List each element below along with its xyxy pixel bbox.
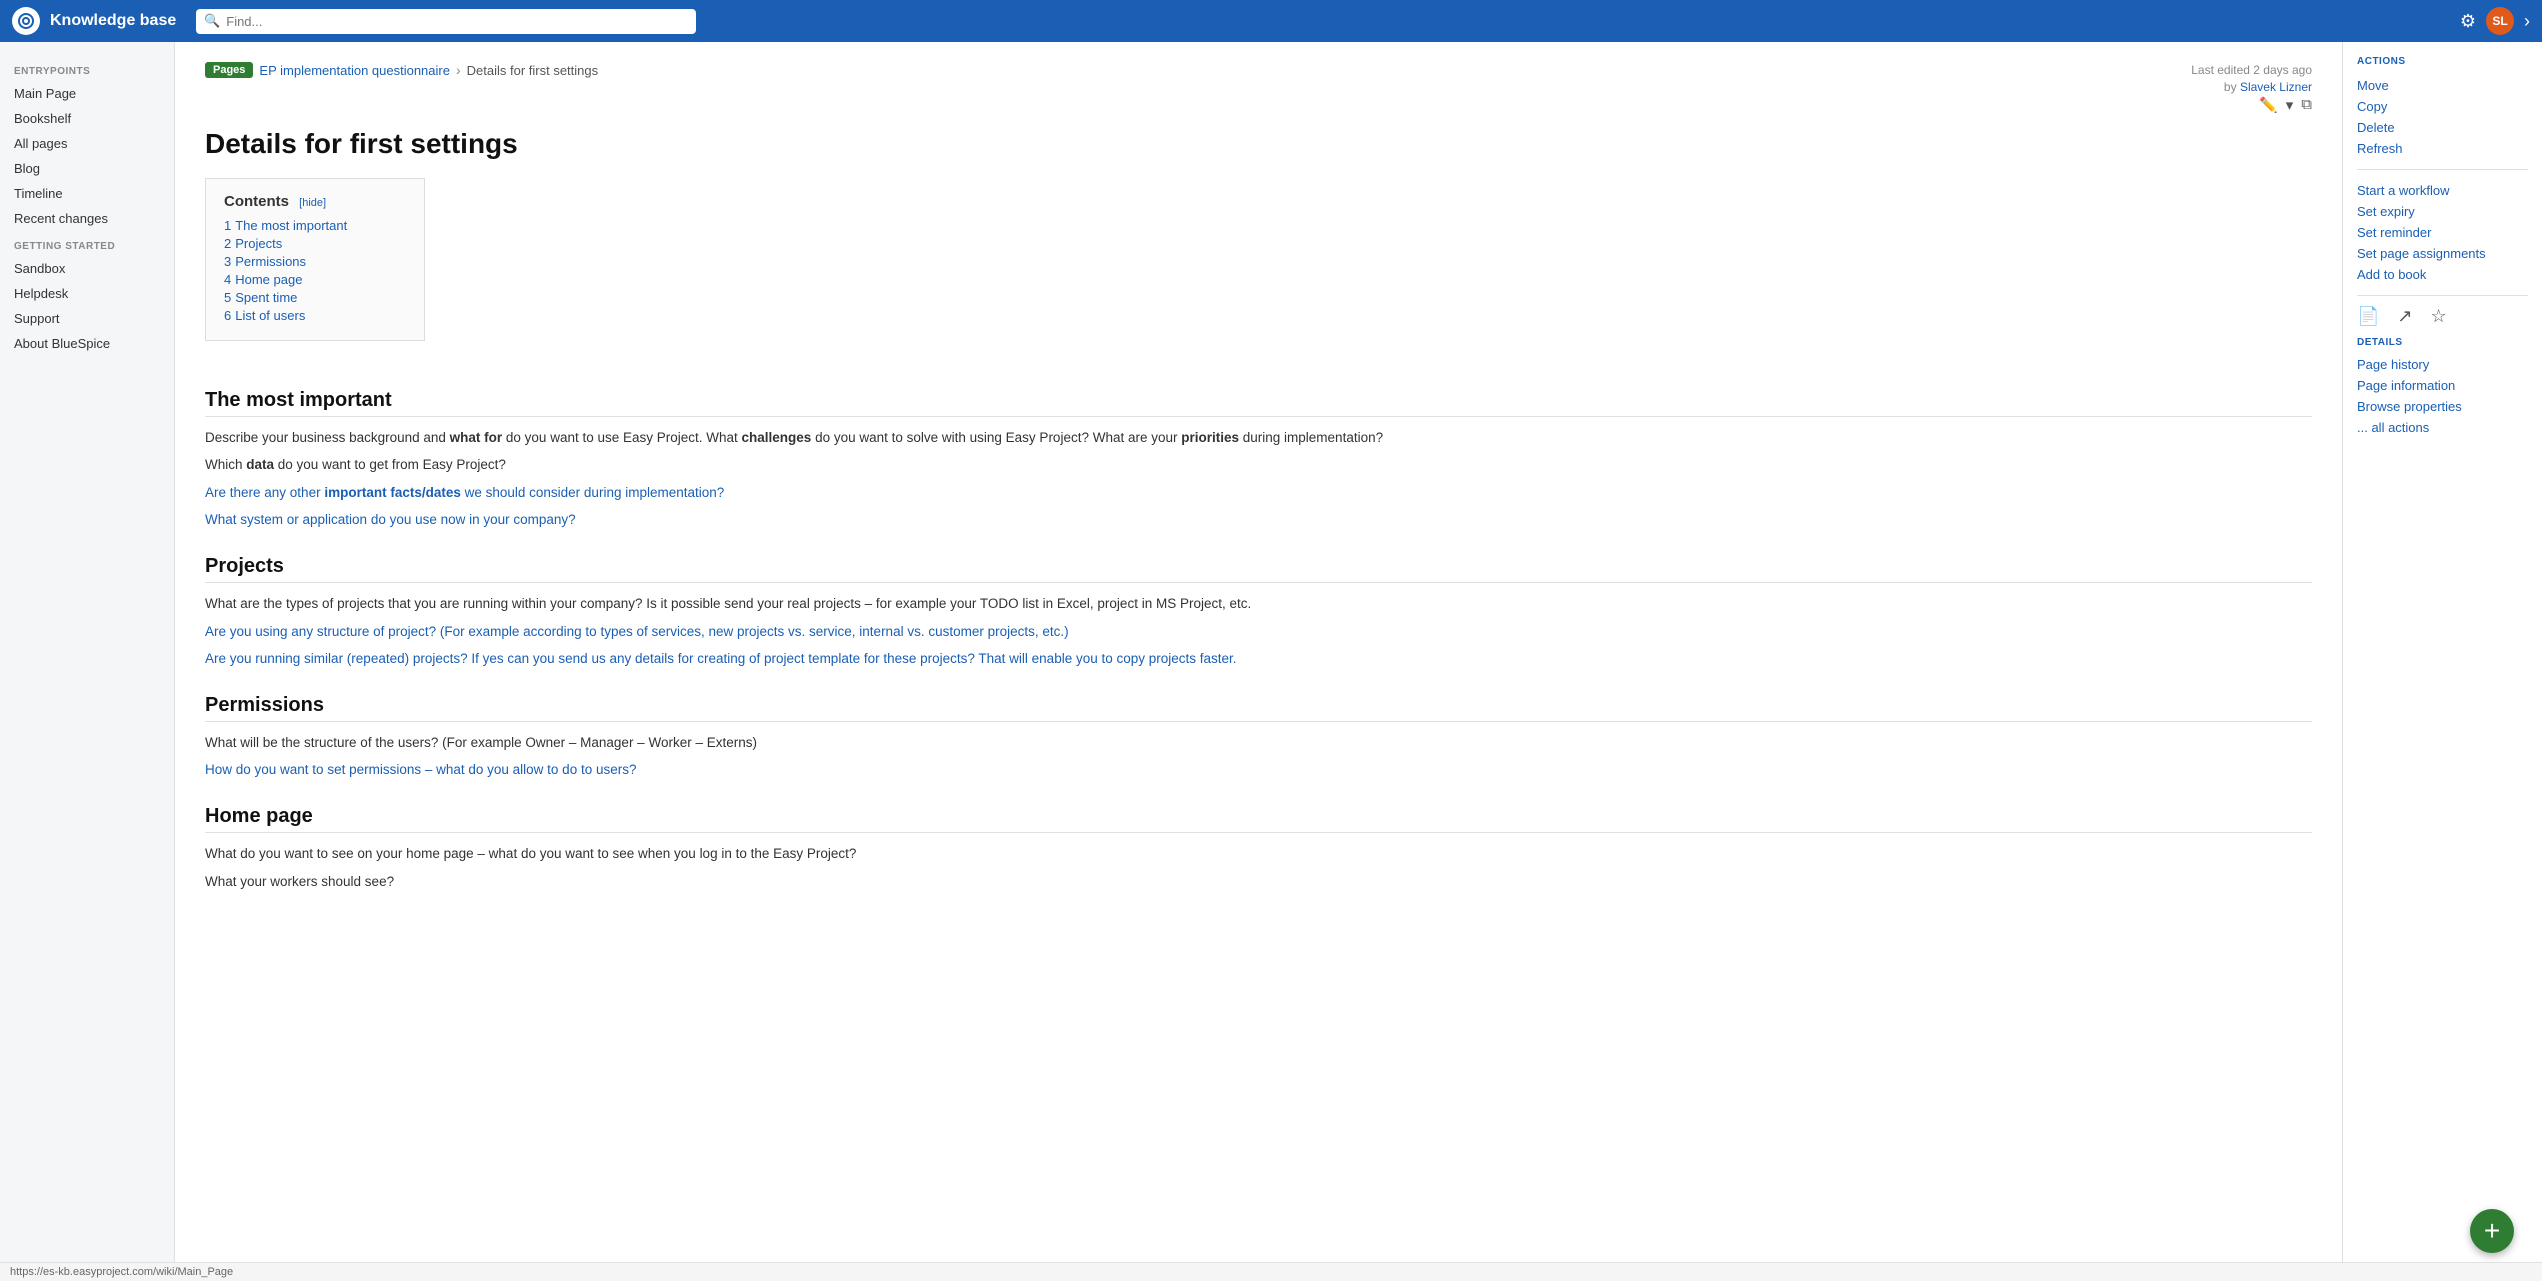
toc-link-2[interactable]: Projects [235, 236, 282, 251]
page-toolbar: ✏️ ▾ ⧉ [2191, 96, 2312, 114]
action-move[interactable]: Move [2357, 75, 2528, 96]
breadcrumb-parent[interactable]: EP implementation questionnaire [259, 63, 450, 78]
pages-badge[interactable]: Pages [205, 62, 253, 78]
list-item: 1The most important [224, 218, 406, 233]
sidebar-item-about[interactable]: About BlueSpice [0, 331, 174, 356]
breadcrumb: Pages EP implementation questionnaire › … [205, 62, 598, 78]
page-title: Details for first settings [205, 128, 2312, 160]
list-item: 3Permissions [224, 254, 406, 269]
entrypoints-label: ENTRYPOINTS [0, 56, 174, 81]
last-edited-text: Last edited 2 days ago by Slavek Lizner [2191, 62, 2312, 96]
actions-label: ACTIONS [2357, 56, 2528, 67]
page-layout: ENTRYPOINTS Main Page Bookshelf All page… [0, 42, 2542, 1281]
getting-started-label: GETTING STARTED [0, 231, 174, 256]
sidebar: ENTRYPOINTS Main Page Bookshelf All page… [0, 42, 175, 1281]
sidebar-item-sandbox[interactable]: Sandbox [0, 256, 174, 281]
sidebar-item-bookshelf[interactable]: Bookshelf [0, 106, 174, 131]
toc-link-3[interactable]: Permissions [235, 254, 306, 269]
document-icon[interactable]: 📄 [2357, 306, 2379, 327]
hide-contents-button[interactable]: [hide] [299, 197, 326, 209]
share-icon[interactable]: ↗ [2397, 306, 2412, 327]
action-copy[interactable]: Copy [2357, 96, 2528, 117]
para-2-1: What are the types of projects that you … [205, 593, 2312, 615]
status-url: https://es-kb.easyproject.com/wiki/Main_… [10, 1266, 233, 1278]
contents-box: Contents [hide] 1The most important 2Pro… [205, 178, 425, 341]
para-1-4: What system or application do you use no… [205, 509, 2312, 531]
toc-link-4[interactable]: Home page [235, 272, 302, 287]
dropdown-icon[interactable]: ▾ [2286, 96, 2294, 114]
divider-1 [2357, 169, 2528, 170]
search-bar[interactable]: 🔍 [196, 9, 696, 34]
sidebar-item-helpdesk[interactable]: Helpdesk [0, 281, 174, 306]
action-add-to-book[interactable]: Add to book [2357, 264, 2528, 285]
sidebar-item-main-page[interactable]: Main Page [0, 81, 174, 106]
para-1-2: Which data do you want to get from Easy … [205, 454, 2312, 476]
toc-link-1[interactable]: The most important [235, 218, 347, 233]
nav-right-icons: ⚙ SL › [2460, 7, 2530, 35]
para-4-1: What do you want to see on your home pag… [205, 843, 2312, 865]
breadcrumb-sep: › [456, 62, 461, 78]
list-item: 6List of users [224, 308, 406, 323]
logo-icon [12, 7, 40, 35]
sidebar-item-timeline[interactable]: Timeline [0, 181, 174, 206]
para-3-1: What will be the structure of the users?… [205, 732, 2312, 754]
detail-page-history[interactable]: Page history [2357, 354, 2528, 375]
action-set-page-assignments[interactable]: Set page assignments [2357, 243, 2528, 264]
star-icon[interactable]: ☆ [2431, 306, 2447, 327]
fab-button[interactable]: + [2470, 1209, 2514, 1253]
link-internal[interactable]: internal vs. customer projects [859, 624, 1035, 639]
para-1-3: Are there any other important facts/date… [205, 482, 2312, 504]
search-input[interactable] [196, 9, 696, 34]
para-3-2: How do you want to set permissions – wha… [205, 759, 2312, 781]
edit-icon[interactable]: ✏️ [2259, 96, 2278, 114]
copy-layout-icon[interactable]: ⧉ [2301, 96, 2312, 113]
para-2-3: Are you running similar (repeated) proje… [205, 648, 2312, 670]
sidebar-item-support[interactable]: Support [0, 306, 174, 331]
avatar[interactable]: SL [2486, 7, 2514, 35]
list-item: 5Spent time [224, 290, 406, 305]
action-set-expiry[interactable]: Set expiry [2357, 201, 2528, 222]
author-link[interactable]: Slavek Lizner [2240, 80, 2312, 94]
divider-2 [2357, 295, 2528, 296]
action-delete[interactable]: Delete [2357, 117, 2528, 138]
page-icon-row: 📄 ↗ ☆ [2357, 306, 2528, 327]
sidebar-item-recent-changes[interactable]: Recent changes [0, 206, 174, 231]
action-refresh[interactable]: Refresh [2357, 138, 2528, 159]
para-1-1: Describe your business background and wh… [205, 427, 2312, 449]
contents-title: Contents [hide] [224, 193, 406, 210]
right-panel: ACTIONS Move Copy Delete Refresh Start a… [2342, 42, 2542, 1281]
app-title: Knowledge base [50, 12, 176, 30]
para-4-2: What your workers should see? [205, 871, 2312, 893]
detail-browse-properties[interactable]: Browse properties [2357, 396, 2528, 417]
toc-link-6[interactable]: List of users [235, 308, 305, 323]
section-title-4: Home page [205, 805, 2312, 833]
sidebar-item-blog[interactable]: Blog [0, 156, 174, 181]
detail-page-information[interactable]: Page information [2357, 375, 2528, 396]
details-label: DETAILS [2357, 337, 2528, 348]
toc-link-5[interactable]: Spent time [235, 290, 297, 305]
para-2-2: Are you using any structure of project? … [205, 621, 2312, 643]
list-item: 4Home page [224, 272, 406, 287]
settings-button[interactable]: ⚙ [2460, 11, 2476, 32]
section-title-2: Projects [205, 555, 2312, 583]
top-navigation: Knowledge base 🔍 ⚙ SL › [0, 0, 2542, 42]
contents-list: 1The most important 2Projects 3Permissio… [224, 218, 406, 323]
list-item: 2Projects [224, 236, 406, 251]
page-meta: Last edited 2 days ago by Slavek Lizner … [2191, 62, 2312, 128]
action-start-workflow[interactable]: Start a workflow [2357, 180, 2528, 201]
app-logo-area[interactable]: Knowledge base [12, 7, 176, 35]
action-set-reminder[interactable]: Set reminder [2357, 222, 2528, 243]
section-title-3: Permissions [205, 694, 2312, 722]
nav-expand-icon[interactable]: › [2524, 11, 2530, 32]
sidebar-item-all-pages[interactable]: All pages [0, 131, 174, 156]
main-content: Pages EP implementation questionnaire › … [175, 42, 2342, 1281]
status-bar: https://es-kb.easyproject.com/wiki/Main_… [0, 1262, 2542, 1281]
section-title-1: The most important [205, 389, 2312, 417]
detail-all-actions[interactable]: ... all actions [2357, 417, 2528, 438]
breadcrumb-current: Details for first settings [467, 63, 599, 78]
search-icon: 🔍 [204, 13, 220, 29]
